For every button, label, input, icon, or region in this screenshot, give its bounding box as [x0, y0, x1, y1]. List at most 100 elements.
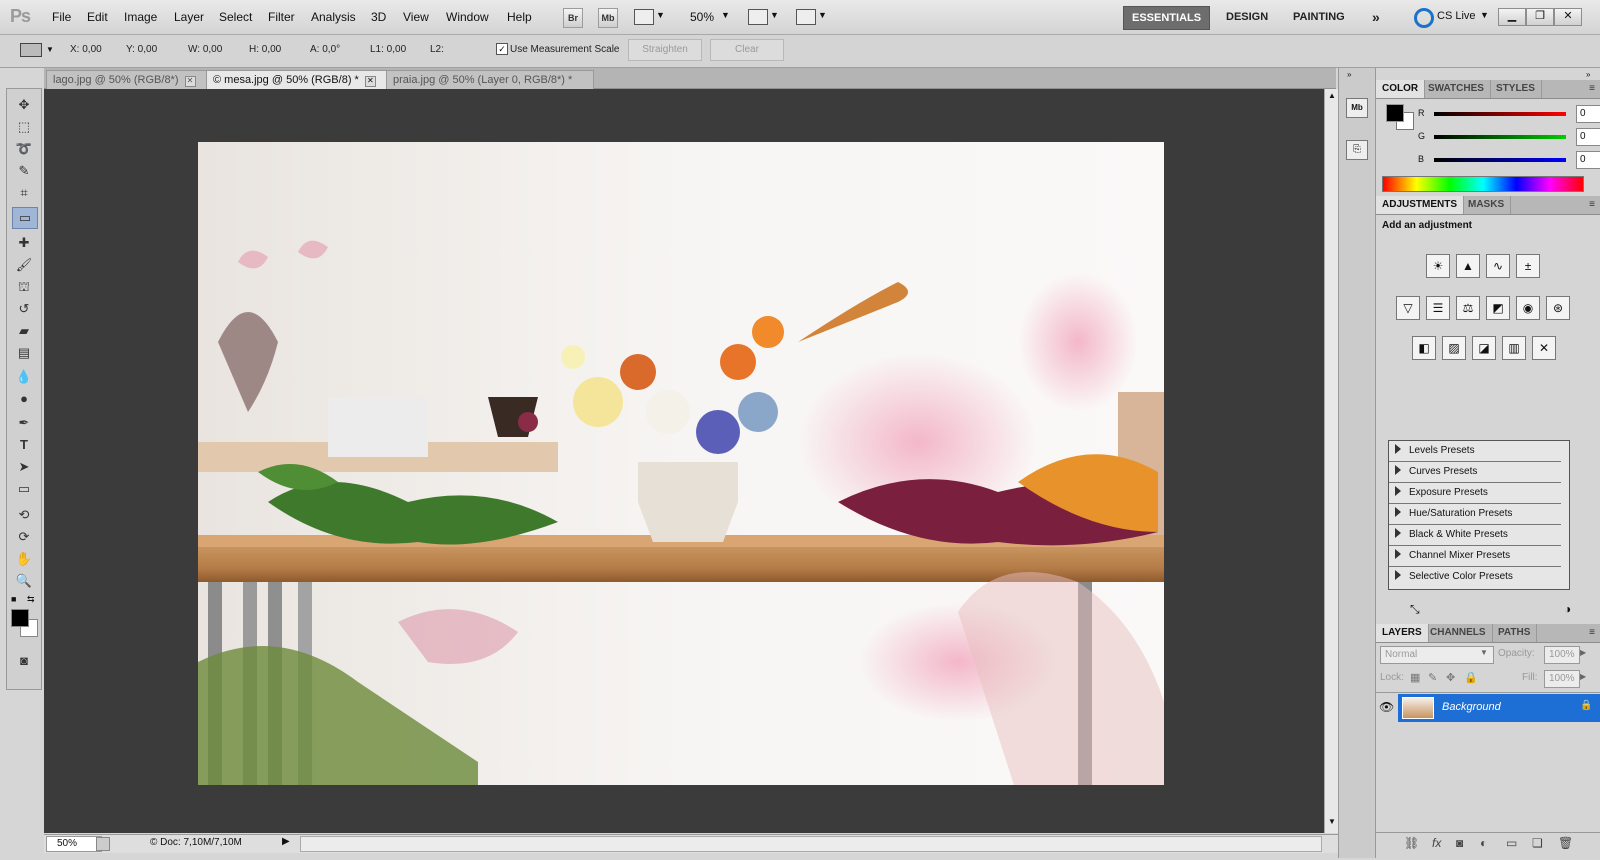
- photo-filter-icon[interactable]: ◉: [1516, 296, 1540, 320]
- menu-help[interactable]: Help: [507, 10, 532, 24]
- menu-image[interactable]: Image: [124, 10, 157, 24]
- clip-to-layer-icon[interactable]: ◑: [1564, 602, 1571, 616]
- minibridge-icon[interactable]: Mb: [1346, 98, 1368, 118]
- exposure-icon[interactable]: ±: [1516, 254, 1540, 278]
- path-selection-tool-icon[interactable]: ➤: [12, 457, 36, 477]
- new-layer-icon[interactable]: ❏: [1532, 836, 1543, 850]
- zoom-field[interactable]: 50%: [46, 836, 102, 852]
- blur-tool-icon[interactable]: 💧: [12, 367, 36, 387]
- chevron-down-icon[interactable]: ▼: [1480, 648, 1488, 657]
- move-tool-icon[interactable]: ✥: [12, 95, 36, 115]
- tab-color[interactable]: COLOR: [1376, 80, 1426, 98]
- shape-tool-icon[interactable]: ▭: [12, 479, 36, 499]
- restore-icon[interactable]: ❐: [1526, 8, 1554, 26]
- straighten-button[interactable]: Straighten: [628, 39, 702, 61]
- gradient-map-icon[interactable]: ▥: [1502, 336, 1526, 360]
- list-item[interactable]: Levels Presets: [1389, 441, 1561, 462]
- status-options-icon[interactable]: [96, 837, 110, 851]
- arrange-documents-icon[interactable]: [748, 9, 768, 25]
- clear-button[interactable]: Clear: [710, 39, 784, 61]
- tab-mesa[interactable]: © mesa.jpg @ 50% (RGB/8) * ✕: [206, 70, 388, 89]
- tab-styles[interactable]: STYLES: [1490, 80, 1542, 98]
- delete-layer-icon[interactable]: 🗑: [1558, 836, 1573, 850]
- tab-adjustments[interactable]: ADJUSTMENTS: [1376, 196, 1465, 214]
- menu-analysis[interactable]: Analysis: [311, 10, 356, 24]
- tab-lago[interactable]: lago.jpg @ 50% (RGB/8*) ✕: [46, 70, 208, 89]
- dodge-tool-icon[interactable]: ●: [12, 389, 36, 409]
- opacity-field[interactable]: 100%: [1544, 646, 1580, 664]
- foreground-color-swatch[interactable]: [11, 609, 29, 627]
- green-track[interactable]: [1434, 135, 1566, 139]
- return-to-list-icon[interactable]: ⤡: [1410, 602, 1420, 617]
- close-icon[interactable]: ✕: [184, 76, 196, 87]
- workspace-painting[interactable]: PAINTING: [1285, 6, 1353, 28]
- tab-praia[interactable]: praia.jpg @ 50% (Layer 0, RGB/8*) *✕: [386, 70, 594, 105]
- blue-value[interactable]: 0: [1576, 151, 1600, 169]
- panel-menu-icon[interactable]: ≡: [1589, 627, 1595, 638]
- minimize-icon[interactable]: ▁: [1498, 8, 1526, 26]
- screen-mode-icon[interactable]: [796, 9, 816, 25]
- gradient-tool-icon[interactable]: ▤: [12, 343, 36, 363]
- status-menu-arrow-icon[interactable]: ▶: [282, 836, 290, 847]
- history-brush-tool-icon[interactable]: ↺: [12, 299, 36, 319]
- layer-row[interactable]: Background 🔒: [1398, 694, 1600, 722]
- menu-edit[interactable]: Edit: [87, 10, 108, 24]
- layer-mask-icon[interactable]: ◙: [1456, 836, 1463, 850]
- blue-track[interactable]: [1434, 158, 1566, 162]
- layer-style-icon[interactable]: fx: [1432, 836, 1441, 850]
- 3d-orbit-tool-icon[interactable]: ⟳: [12, 527, 36, 547]
- swap-colors-icon[interactable]: ⇆: [27, 594, 35, 605]
- tab-layers[interactable]: LAYERS: [1376, 624, 1429, 642]
- layer-name[interactable]: Background: [1442, 701, 1501, 713]
- cs-live-button[interactable]: CS Live: [1437, 10, 1476, 22]
- channel-mixer-icon[interactable]: ⊛: [1546, 296, 1570, 320]
- panel-menu-icon[interactable]: ≡: [1589, 199, 1595, 210]
- visibility-eye-icon[interactable]: 👁: [1379, 700, 1395, 716]
- brightness-icon[interactable]: ☀: [1426, 254, 1450, 278]
- scroll-up-icon[interactable]: ▲: [1328, 91, 1336, 100]
- healing-brush-tool-icon[interactable]: ✚: [12, 233, 36, 253]
- new-group-icon[interactable]: ▭: [1506, 836, 1517, 850]
- tab-paths[interactable]: PATHS: [1492, 624, 1538, 642]
- close-icon[interactable]: ✕: [1554, 8, 1582, 26]
- menu-layer[interactable]: Layer: [174, 10, 204, 24]
- measurement-scale-checkbox[interactable]: ✓: [496, 43, 508, 55]
- pen-tool-icon[interactable]: ✒: [12, 413, 36, 433]
- menu-file[interactable]: File: [52, 10, 71, 24]
- eraser-tool-icon[interactable]: ▰: [12, 321, 36, 341]
- zoom-tool-icon[interactable]: 🔍: [12, 571, 36, 591]
- menu-3d[interactable]: 3D: [371, 10, 386, 24]
- fill-field[interactable]: 100%: [1544, 670, 1580, 688]
- chevron-right-icon[interactable]: ▶: [1580, 672, 1586, 681]
- lasso-tool-icon[interactable]: ➰: [12, 139, 36, 159]
- adjustment-layer-icon[interactable]: ◐: [1480, 836, 1487, 850]
- hand-tool-icon[interactable]: ✋: [12, 549, 36, 569]
- red-value[interactable]: 0: [1576, 105, 1600, 123]
- default-colors-icon[interactable]: ■: [11, 594, 16, 604]
- ruler-tool-icon[interactable]: ▭: [12, 207, 38, 229]
- curves-icon[interactable]: ∿: [1486, 254, 1510, 278]
- selective-color-icon[interactable]: ✕: [1532, 336, 1556, 360]
- foreground-color-swatch[interactable]: [1386, 104, 1404, 122]
- marquee-tool-icon[interactable]: ⬚: [12, 117, 36, 137]
- panel-menu-icon[interactable]: ≡: [1589, 83, 1595, 94]
- chevron-down-icon[interactable]: ▼: [721, 10, 730, 20]
- list-item[interactable]: Black & White Presets: [1389, 525, 1561, 546]
- lock-all-icon[interactable]: 🔒: [1464, 671, 1478, 684]
- collapse-icon[interactable]: »: [1586, 70, 1590, 79]
- threshold-icon[interactable]: ◪: [1472, 336, 1496, 360]
- hue-saturation-icon[interactable]: ☰: [1426, 296, 1450, 320]
- zoom-level[interactable]: 50%: [690, 10, 714, 24]
- minibridge-icon[interactable]: Mb: [598, 8, 618, 28]
- posterize-icon[interactable]: ▨: [1442, 336, 1466, 360]
- view-extras-icon[interactable]: [634, 9, 654, 25]
- chevron-down-icon[interactable]: ▼: [818, 10, 827, 20]
- lock-image-icon[interactable]: ✎: [1428, 671, 1437, 684]
- chevron-down-icon[interactable]: ▼: [656, 10, 665, 20]
- chevron-down-icon[interactable]: ▼: [1480, 10, 1489, 20]
- vertical-scrollbar[interactable]: ▲ ▼: [1324, 89, 1339, 833]
- color-balance-icon[interactable]: ⚖: [1456, 296, 1480, 320]
- 3d-rotate-tool-icon[interactable]: ⟲: [12, 505, 36, 525]
- horizontal-scrollbar[interactable]: [300, 836, 1322, 852]
- collapse-icon[interactable]: »: [1347, 70, 1351, 79]
